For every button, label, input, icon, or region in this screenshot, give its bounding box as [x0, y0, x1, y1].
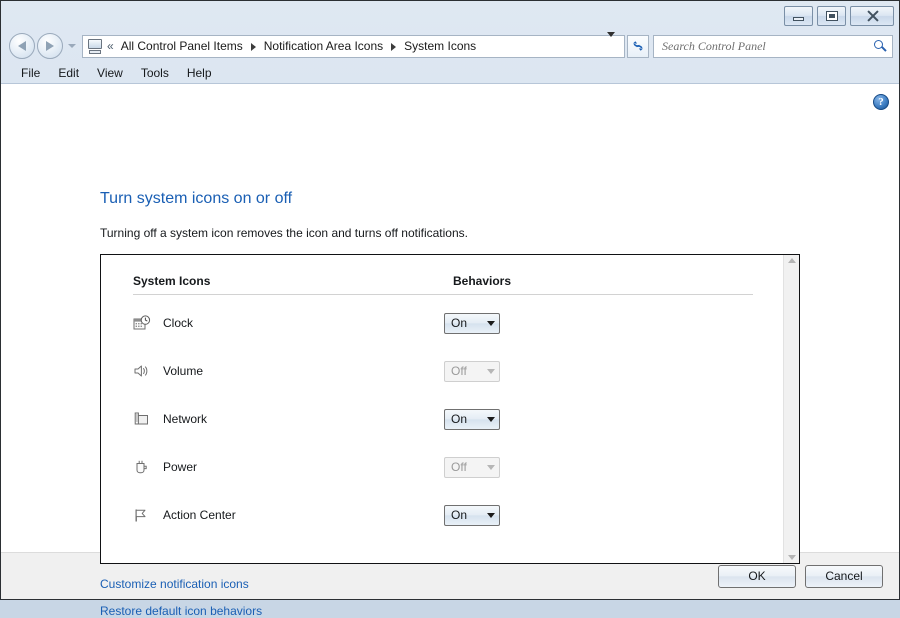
scroll-down-icon[interactable] — [788, 555, 796, 560]
power-plug-icon — [133, 459, 159, 476]
menu-bar: File Edit View Tools Help — [1, 62, 899, 84]
column-header-system-icons: System Icons — [133, 274, 453, 288]
vertical-scrollbar[interactable] — [783, 255, 799, 563]
behavior-value-action-center: On — [451, 508, 483, 522]
back-arrow-icon — [18, 41, 26, 51]
recent-pages-button[interactable] — [65, 44, 78, 48]
back-button[interactable] — [9, 33, 35, 59]
volume-icon — [133, 363, 159, 379]
search-icon — [874, 40, 887, 53]
title-bar — [1, 1, 899, 30]
behavior-select-clock[interactable]: On — [444, 313, 500, 334]
system-icons-list: System Icons Behaviors — [101, 255, 783, 563]
refresh-button[interactable] — [627, 35, 649, 58]
table-row: Action Center On — [133, 499, 753, 531]
content-area: ? Turn system icons on or off Turning of… — [1, 84, 899, 552]
breadcrumb-item-system-icons[interactable]: System Icons — [401, 38, 479, 54]
menu-item-edit[interactable]: Edit — [50, 64, 87, 82]
maximize-button[interactable] — [817, 6, 846, 26]
chevron-down-icon — [483, 513, 499, 518]
minimize-button[interactable] — [784, 6, 813, 26]
search-box[interactable]: Search Control Panel — [653, 35, 893, 58]
chevron-down-icon — [483, 321, 499, 326]
breadcrumb-bar[interactable]: « All Control Panel Items Notification A… — [82, 35, 625, 58]
control-panel-window: « All Control Panel Items Notification A… — [0, 0, 900, 600]
column-header-behaviors: Behaviors — [453, 274, 511, 288]
computer-icon — [87, 39, 103, 54]
scroll-up-icon[interactable] — [788, 258, 796, 263]
page-title: Turn system icons on or off — [100, 190, 292, 208]
cancel-button[interactable]: Cancel — [805, 565, 883, 588]
forward-button[interactable] — [37, 33, 63, 59]
chevron-down-icon — [68, 44, 76, 48]
chevron-down-icon — [483, 417, 499, 422]
chevron-down-icon — [483, 465, 499, 470]
system-icons-panel: System Icons Behaviors — [100, 254, 800, 564]
breadcrumb-item-all-control-panel-items[interactable]: All Control Panel Items — [118, 38, 246, 54]
close-icon — [866, 10, 879, 22]
breadcrumb-separator-icon[interactable] — [251, 43, 256, 51]
breadcrumb-item-notification-area-icons[interactable]: Notification Area Icons — [261, 38, 386, 54]
link-customize-notification-icons[interactable]: Customize notification icons — [100, 577, 249, 591]
maximize-icon — [826, 11, 838, 21]
menu-item-tools[interactable]: Tools — [133, 64, 177, 82]
refresh-icon — [631, 39, 645, 53]
clock-icon — [133, 315, 159, 332]
breadcrumb-overflow-chevron[interactable]: « — [107, 39, 114, 53]
behavior-select-power[interactable]: Off — [444, 457, 500, 478]
menu-item-file[interactable]: File — [13, 64, 48, 82]
window-controls — [784, 6, 894, 26]
address-dropdown-button[interactable] — [600, 37, 622, 55]
flag-icon — [133, 507, 159, 524]
ok-button[interactable]: OK — [718, 565, 796, 588]
help-icon[interactable]: ? — [873, 94, 889, 110]
page-subtitle: Turning off a system icon removes the ic… — [100, 226, 468, 240]
network-icon — [133, 411, 159, 428]
behavior-value-volume: Off — [451, 364, 483, 378]
link-restore-default-icon-behaviors[interactable]: Restore default icon behaviors — [100, 604, 262, 618]
menu-item-help[interactable]: Help — [179, 64, 220, 82]
forward-arrow-icon — [46, 41, 54, 51]
table-row: Power Off — [133, 451, 753, 483]
behavior-select-volume[interactable]: Off — [444, 361, 500, 382]
behavior-value-network: On — [451, 412, 483, 426]
search-input[interactable]: Search Control Panel — [662, 39, 874, 54]
table-row: Network On — [133, 403, 753, 435]
minimize-icon — [793, 17, 804, 21]
chevron-down-icon — [483, 369, 499, 374]
chevron-down-icon — [607, 32, 615, 54]
behavior-value-clock: On — [451, 316, 483, 330]
breadcrumb-separator-icon[interactable] — [391, 43, 396, 51]
table-row: Volume Off — [133, 355, 753, 387]
close-button[interactable] — [850, 6, 894, 26]
behavior-value-power: Off — [451, 460, 483, 474]
table-row: Clock On — [133, 307, 753, 339]
address-toolbar: « All Control Panel Items Notification A… — [1, 30, 899, 62]
behavior-select-action-center[interactable]: On — [444, 505, 500, 526]
menu-item-view[interactable]: View — [89, 64, 131, 82]
table-header-row: System Icons Behaviors — [133, 274, 753, 295]
behavior-select-network[interactable]: On — [444, 409, 500, 430]
